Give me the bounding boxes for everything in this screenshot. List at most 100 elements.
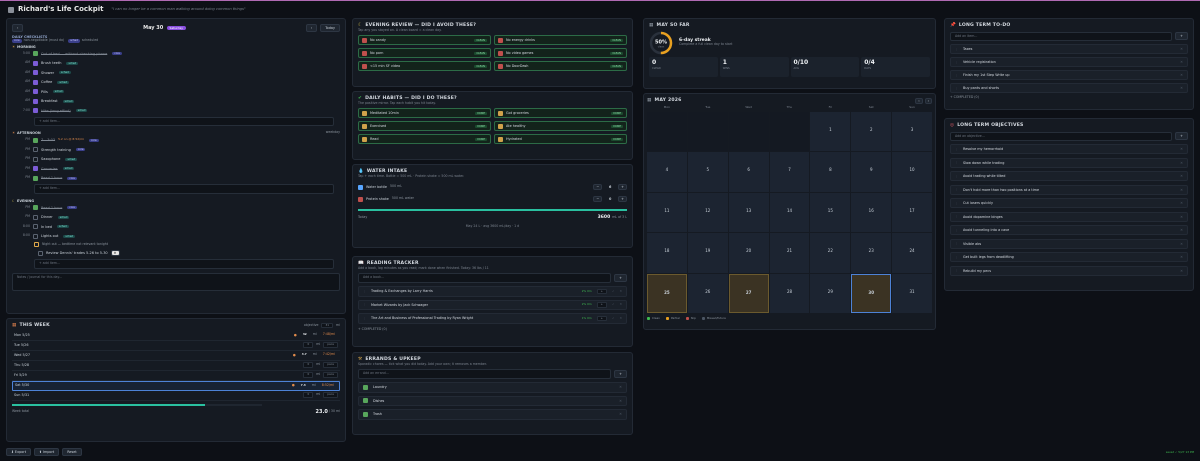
morning-add-input[interactable]: + add item...	[34, 116, 334, 127]
checklist-item[interactable]: 8:00 Lights out sched	[16, 231, 340, 241]
calendar-day[interactable]: 24	[892, 233, 932, 273]
prev-day-button[interactable]: ‹	[12, 23, 24, 33]
water-plus-button[interactable]: +	[618, 184, 627, 191]
close-icon[interactable]: ✕	[619, 412, 622, 416]
week-distance-input[interactable]: 3.7	[299, 352, 310, 356]
drag-handle-icon[interactable]: ⋮	[955, 73, 958, 78]
add-errand-button[interactable]: +	[614, 370, 627, 379]
book-item[interactable]: ⋮ Trading & Exchanges by Larry Harris 2% 0…	[358, 286, 627, 297]
next-month-button[interactable]: ›	[924, 98, 932, 105]
book-minutes-input[interactable]: +	[596, 288, 607, 295]
week-row[interactable]: Mon 5/25 ● 32 mi 7:48/mi	[12, 331, 340, 341]
drag-handle-icon[interactable]: ⋮	[955, 268, 958, 273]
item-checkbox[interactable]	[33, 70, 38, 76]
add-objective-button[interactable]: +	[1175, 132, 1188, 141]
calendar-day[interactable]: 12	[687, 192, 728, 233]
close-icon[interactable]: ✕	[1180, 60, 1183, 64]
item-checkbox[interactable]	[33, 224, 38, 230]
calendar-day[interactable]: 23	[851, 233, 892, 273]
errand-item[interactable]: Laundry ✕	[358, 382, 627, 393]
objectives-item[interactable]: ⋮ Slow down while trading ✕	[950, 157, 1188, 168]
longtodo-item[interactable]: ⋮ Buy pants and shorts ✕	[950, 83, 1188, 94]
afternoon-add-input[interactable]: + add item...	[34, 183, 334, 194]
week-pace-input[interactable]: pace	[323, 342, 338, 348]
errand-input[interactable]: Add an errand...	[358, 369, 612, 380]
close-icon[interactable]: ✕	[1180, 255, 1183, 259]
close-icon[interactable]: ✕	[619, 303, 622, 307]
checklist-item[interactable]: PM Dinner sched	[16, 212, 340, 222]
calendar-day[interactable]: 27	[728, 273, 769, 314]
calendar-day[interactable]: 11	[647, 192, 687, 233]
week-pace-input[interactable]: pace	[323, 362, 338, 368]
close-icon[interactable]: ✕	[619, 385, 622, 389]
habits-toggle[interactable]: Exercised DONE	[358, 121, 491, 132]
close-icon[interactable]: ✕	[1180, 201, 1183, 205]
calendar-day[interactable]: 5	[687, 152, 728, 192]
drag-handle-icon[interactable]: ⋮	[955, 201, 958, 206]
close-icon[interactable]: ✕	[1180, 86, 1183, 90]
week-row[interactable]: Sat 5/30 ● 7.3 mi 8:52/mi	[12, 380, 340, 391]
item-checkbox[interactable]	[33, 233, 38, 239]
errand-checkbox[interactable]	[363, 398, 368, 404]
add-book-button[interactable]: +	[614, 274, 627, 283]
objectives-item[interactable]: ⋮ Get built legs from deadlifting ✕	[950, 252, 1188, 263]
water-minus-button[interactable]: −	[593, 196, 603, 203]
week-pace-input[interactable]: 7:48/mi	[320, 332, 338, 337]
item-checkbox[interactable]	[33, 60, 38, 66]
todo-completed-toggle[interactable]: + COMPLETED (0)	[950, 95, 1188, 100]
book-item[interactable]: ⋮ Market Wizards by Jack Schwager 2% 0m + ✓ ✕	[358, 299, 627, 311]
calendar-day[interactable]: 7	[769, 152, 810, 192]
close-icon[interactable]: ✕	[1180, 147, 1183, 151]
week-pace-input[interactable]: pace	[323, 392, 338, 398]
habits-toggle[interactable]: Ate healthy DONE	[494, 121, 627, 132]
close-icon[interactable]: ✕	[1180, 228, 1183, 232]
checklist-item[interactable]: AM Brush teeth sched	[16, 59, 340, 69]
week-row[interactable]: Sun 5/31 0 mi pace	[12, 391, 340, 401]
item-checkbox[interactable]	[33, 175, 38, 181]
week-row[interactable]: Fri 5/29 0 mi pace	[12, 371, 340, 381]
longtodo-item[interactable]: ⋮ Finish my 1st Step Write up ✕	[950, 70, 1188, 81]
item-checkbox[interactable]	[33, 108, 38, 114]
week-distance-input[interactable]: 7.3	[298, 383, 309, 387]
week-pace-input[interactable]: 7:42/mi	[320, 352, 338, 357]
objectives-item[interactable]: ⋮ Avoid trading while tilted ✕	[950, 171, 1188, 182]
drag-handle-icon[interactable]: ⋮	[955, 241, 958, 246]
reading-completed-toggle[interactable]: + COMPLETED (0)	[358, 327, 627, 332]
drag-handle-icon[interactable]: ⋮	[955, 47, 958, 52]
checklist-item[interactable]: PM Groceries sched	[16, 164, 340, 174]
book-minutes-input[interactable]: +	[596, 315, 607, 322]
calendar-day[interactable]: 13	[728, 192, 769, 233]
reset-button[interactable]: Reset	[62, 448, 82, 457]
checklist-item[interactable]: AM Breakfast sched	[16, 97, 340, 107]
water-plus-button[interactable]: +	[618, 196, 627, 203]
close-icon[interactable]: ✕	[1180, 269, 1183, 273]
item-checkbox[interactable]	[33, 214, 38, 220]
calendar-day[interactable]: 29	[810, 273, 851, 314]
close-icon[interactable]: ✕	[1180, 73, 1183, 77]
avoid-toggle[interactable]: No porn CLEAN	[358, 48, 491, 59]
drag-handle-icon[interactable]: ⋮	[955, 174, 958, 179]
close-icon[interactable]: ✕	[1180, 215, 1183, 219]
week-pace-input[interactable]: 8:52/mi	[319, 383, 337, 388]
objectives-item[interactable]: ⋮ Don't hold more than two positions at a…	[950, 184, 1188, 195]
calendar-day[interactable]: 31	[892, 273, 932, 314]
avoid-toggle[interactable]: No video games CLEAN	[494, 48, 627, 59]
objectives-item[interactable]: ⋮ Cut losers quickly ✕	[950, 198, 1188, 209]
item-checkbox[interactable]	[33, 79, 38, 85]
calendar-day[interactable]: 19	[687, 233, 728, 273]
drag-handle-icon[interactable]: ⋮	[955, 160, 958, 165]
week-pace-input[interactable]: pace	[323, 372, 338, 378]
objectives-item[interactable]: ⋮ Visible abs ✕	[950, 238, 1188, 249]
check-icon[interactable]: ✓	[612, 316, 615, 321]
book-minutes-input[interactable]: +	[596, 302, 607, 308]
checklist-item[interactable]: 8:00 In bed sched	[16, 222, 340, 232]
notes-textarea[interactable]: Notes / journal for this day...	[12, 272, 340, 291]
calendar-day[interactable]: 25	[647, 273, 687, 314]
review-remove-button[interactable]: ✕	[110, 250, 120, 257]
week-distance-input[interactable]: 0	[303, 362, 314, 368]
drag-handle-icon[interactable]: ⋮	[955, 228, 958, 233]
drag-handle-icon[interactable]: ⋮	[363, 316, 366, 321]
calendar-day[interactable]: 18	[647, 233, 687, 273]
drag-handle-icon[interactable]: ⋮	[363, 303, 366, 307]
calendar-day[interactable]: 6	[728, 152, 769, 192]
